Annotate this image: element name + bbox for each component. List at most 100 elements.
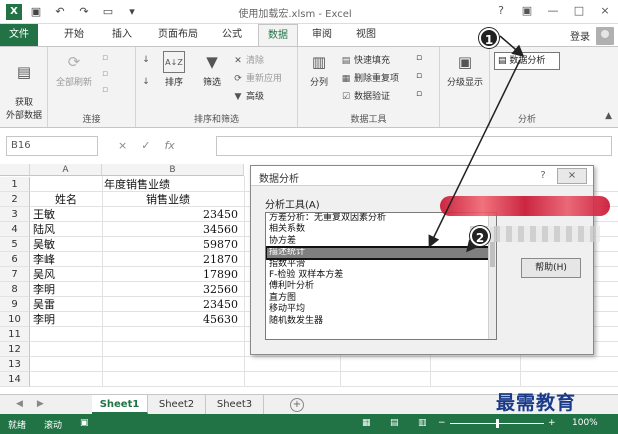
row-header[interactable]: 4 xyxy=(0,222,30,237)
get-external-data-button[interactable]: ▤ 获取 外部数据 xyxy=(2,51,46,121)
sheet-title-cell[interactable]: 年度销售业绩 xyxy=(30,177,244,192)
header-cell-sales[interactable]: 销售业绩 xyxy=(102,192,244,207)
zoom-level[interactable]: 100% xyxy=(572,418,598,428)
name-cell[interactable]: 陆风 xyxy=(33,222,102,237)
row-header[interactable]: 5 xyxy=(0,237,30,252)
row-header[interactable]: 1 xyxy=(0,177,30,192)
sales-value-cell[interactable]: 34560 xyxy=(102,222,244,237)
prev-sheet-icon[interactable]: ◀ xyxy=(16,399,23,409)
text-to-columns-button[interactable]: ▥ 分列 xyxy=(302,51,336,88)
open-folder-icon[interactable]: ▭ xyxy=(100,4,116,20)
row-header[interactable]: 12 xyxy=(0,342,30,357)
cancel-icon[interactable]: × xyxy=(118,136,127,156)
dialog-help-button[interactable]: ? xyxy=(535,169,551,183)
close-button[interactable]: × xyxy=(598,4,612,17)
sales-value-cell[interactable]: 59870 xyxy=(102,237,244,252)
properties-icon[interactable]: ▫ xyxy=(102,69,108,79)
flash-fill-button[interactable]: ▤ 快速填充 xyxy=(340,53,390,66)
relationships-icon[interactable]: ▫ xyxy=(416,89,422,99)
sales-value-cell[interactable]: 23450 xyxy=(102,207,244,222)
formula-input[interactable] xyxy=(216,136,612,156)
name-cell[interactable]: 李峰 xyxy=(33,252,102,267)
dialog-close-button[interactable]: × xyxy=(557,168,587,184)
analysis-tool-item[interactable]: 傅利叶分析 xyxy=(266,281,496,292)
help-button[interactable]: ? xyxy=(494,4,508,17)
sort-az-button[interactable]: ↓ xyxy=(140,55,154,65)
consolidate-icon[interactable]: ▫ xyxy=(416,53,422,63)
macro-record-icon[interactable]: ▣ xyxy=(80,418,89,428)
header-cell-name[interactable]: 姓名 xyxy=(30,192,102,207)
name-cell[interactable]: 王敏 xyxy=(33,207,102,222)
name-box[interactable]: B16 xyxy=(6,136,98,156)
zoom-in-icon[interactable]: + xyxy=(548,418,556,428)
tab-insert[interactable]: 插入 xyxy=(104,24,140,46)
add-sheet-icon[interactable]: + xyxy=(290,398,304,412)
row-header[interactable]: 3 xyxy=(0,207,30,222)
undo-icon[interactable]: ↶ xyxy=(52,4,68,20)
row-header[interactable]: 10 xyxy=(0,312,30,327)
edit-links-icon[interactable]: ▫ xyxy=(102,85,108,95)
ribbon-display-icon[interactable]: ▣ xyxy=(520,4,534,17)
advanced-filter-button[interactable]: ▼ 高级 xyxy=(232,89,264,102)
row-header[interactable]: 9 xyxy=(0,297,30,312)
row-header[interactable]: 2 xyxy=(0,192,30,207)
tab-home[interactable]: 开始 xyxy=(56,24,92,46)
analysis-tools-list[interactable]: 方差分析：无重复双因素分析 相关系数 协方差 描述统计 指数平滑 F-检验 双样本方差 傅利… xyxy=(265,212,497,340)
sheet-tab-sheet1[interactable]: Sheet1 xyxy=(92,395,148,414)
analysis-tool-item[interactable]: 相关系数 xyxy=(266,224,496,235)
page-layout-view-icon[interactable]: ▤ xyxy=(390,418,399,428)
data-validation-button[interactable]: ☑ 数据验证 xyxy=(340,89,390,102)
dialog-help-action-button[interactable]: 帮助(H) xyxy=(521,258,581,278)
data-analysis-button[interactable]: ▤ 数据分析 xyxy=(494,52,560,70)
analysis-tool-item[interactable]: F-检验 双样本方差 xyxy=(266,270,496,281)
minimize-button[interactable]: — xyxy=(546,4,560,17)
connections-icon[interactable]: ▫ xyxy=(102,53,108,63)
sort-za-button[interactable]: ↓ xyxy=(140,77,154,87)
tab-data[interactable]: 数据 xyxy=(258,24,298,46)
customize-qat-icon[interactable]: ▾ xyxy=(124,4,140,20)
sales-value-cell[interactable]: 17890 xyxy=(102,267,244,282)
login-link[interactable]: 登录 xyxy=(570,28,590,43)
zoom-thumb[interactable] xyxy=(496,419,499,428)
redo-icon[interactable]: ↷ xyxy=(76,4,92,20)
name-cell[interactable]: 吴敏 xyxy=(33,237,102,252)
sales-value-cell[interactable]: 21870 xyxy=(102,252,244,267)
sheet-tab-sheet3[interactable]: Sheet3 xyxy=(206,395,264,414)
next-sheet-icon[interactable]: ▶ xyxy=(37,399,44,409)
row-header[interactable]: 11 xyxy=(0,327,30,342)
analysis-tool-item[interactable]: 指数平滑 xyxy=(266,259,496,270)
analysis-tool-item[interactable]: 随机数发生器 xyxy=(266,316,496,327)
sales-value-cell[interactable]: 23450 xyxy=(102,297,244,312)
page-break-view-icon[interactable]: ▥ xyxy=(418,418,427,428)
column-header-a[interactable]: A xyxy=(30,164,102,176)
tab-file[interactable]: 文件 xyxy=(0,24,38,46)
remove-duplicates-button[interactable]: ▦ 删除重复项 xyxy=(340,71,399,84)
name-cell[interactable]: 李明 xyxy=(33,312,102,327)
row-header[interactable]: 6 xyxy=(0,252,30,267)
sheet-tab-sheet2[interactable]: Sheet2 xyxy=(148,395,206,414)
restore-button[interactable]: □ xyxy=(572,4,586,17)
zoom-out-icon[interactable]: − xyxy=(438,418,446,428)
user-avatar-icon[interactable] xyxy=(596,27,614,45)
refresh-all-button[interactable]: ⟳ 全部刷新 xyxy=(52,51,96,88)
row-header[interactable]: 8 xyxy=(0,282,30,297)
row-header[interactable]: 13 xyxy=(0,357,30,372)
tab-formulas[interactable]: 公式 xyxy=(214,24,250,46)
analysis-tool-item[interactable]: 协方差 xyxy=(266,236,496,247)
row-header[interactable]: 14 xyxy=(0,372,30,387)
what-if-icon[interactable]: ▫ xyxy=(416,71,422,81)
enter-icon[interactable]: ✓ xyxy=(141,136,150,156)
name-cell[interactable]: 李明 xyxy=(33,282,102,297)
name-cell[interactable]: 吴风 xyxy=(33,267,102,282)
analysis-tool-item[interactable]: 直方图 xyxy=(266,293,496,304)
function-icon[interactable]: fx xyxy=(164,136,174,156)
sales-value-cell[interactable]: 45630 xyxy=(102,312,244,327)
analysis-tool-item[interactable]: 描述统计 xyxy=(266,246,496,260)
tab-page-layout[interactable]: 页面布局 xyxy=(150,24,206,46)
clear-filter-button[interactable]: ✕ 清除 xyxy=(232,53,264,66)
filter-button[interactable]: ▼ 筛选 xyxy=(196,51,228,88)
analysis-tool-item[interactable]: 移动平均 xyxy=(266,304,496,315)
column-header-b[interactable]: B xyxy=(102,164,244,176)
save-icon[interactable]: ▣ xyxy=(28,4,44,20)
tab-view[interactable]: 视图 xyxy=(348,24,384,46)
